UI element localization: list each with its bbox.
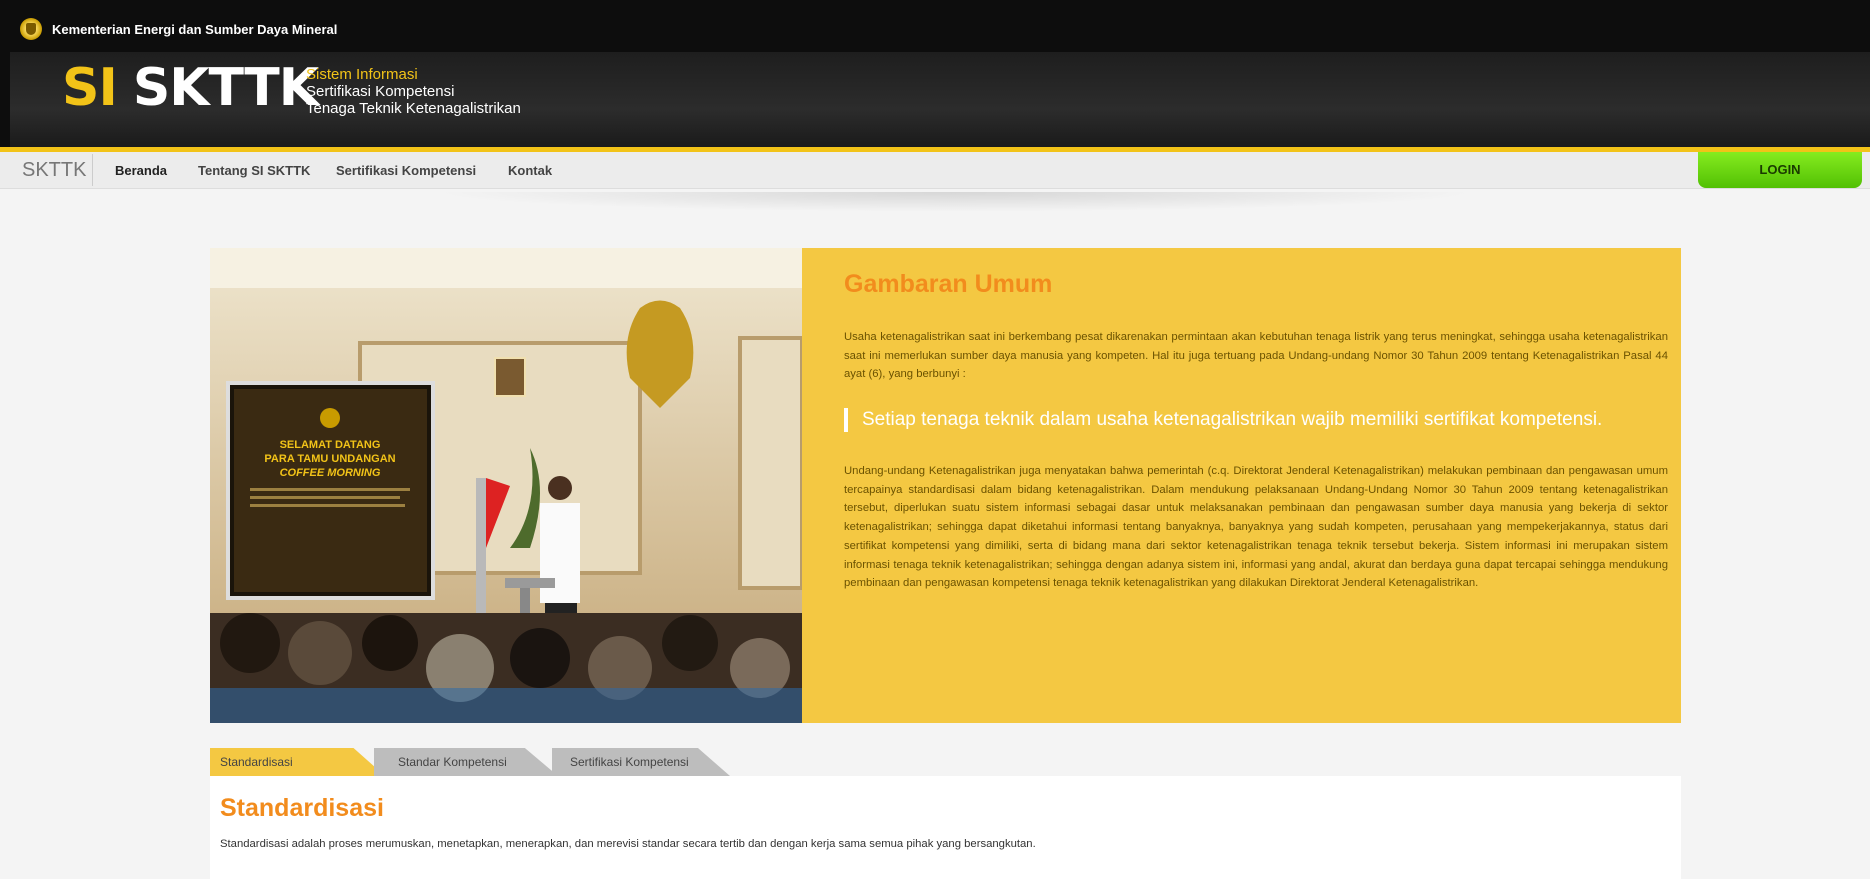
nav-separator [92, 154, 93, 186]
tab-label: Sertifikasi Kompetensi [570, 755, 689, 769]
ministry-emblem-icon [20, 18, 42, 40]
site-logo[interactable]: SI SKTTK [62, 58, 319, 118]
main-nav: SKTTK Beranda Tentang SI SKTTK Sertifika… [0, 152, 1870, 189]
logo-si: SI [62, 58, 118, 118]
hero-photo: SELAMAT DATANG PARA TAMU UNDANGAN COFFEE… [210, 248, 802, 723]
overview-paragraph: Usaha ketenagalistrikan saat ini berkemb… [844, 331, 1668, 381]
logo-skttk: SKTTK [132, 58, 319, 118]
tab-standardisasi[interactable]: Standardisasi [210, 748, 385, 776]
nav-brand[interactable]: SKTTK [22, 159, 86, 182]
slide-subtitle: COFFEE MORNING [280, 467, 381, 479]
nav-item-kontak[interactable]: Kontak [508, 163, 552, 178]
tab-standar-kompetensi[interactable]: Standar Kompetensi [374, 748, 558, 776]
tab-sertifikasi-kompetensi[interactable]: Sertifikasi Kompetensi [552, 748, 730, 776]
tagline-line: Sistem Informasi [306, 66, 418, 83]
slide-subtitle: PARA TAMU UNDANGAN [264, 453, 395, 465]
ministry-bar: Kementerian Energi dan Sumber Daya Miner… [20, 18, 337, 40]
nav-item-sertifikasi[interactable]: Sertifikasi Kompetensi [336, 163, 476, 178]
slide-title: SELAMAT DATANG [280, 439, 381, 451]
tagline-line: Tenaga Teknik Ketenagalistrikan [306, 100, 521, 117]
overview-paragraph: Undang-undang Ketenagalistrikan juga men… [844, 465, 1668, 590]
login-button[interactable]: LOGIN [1698, 152, 1862, 188]
hero-photo-illustration: SELAMAT DATANG PARA TAMU UNDANGAN COFFEE… [210, 248, 802, 723]
ministry-name: Kementerian Energi dan Sumber Daya Miner… [52, 21, 338, 37]
nav-item-tentang[interactable]: Tentang SI SKTTK [198, 163, 310, 178]
site-header: Kementerian Energi dan Sumber Daya Miner… [0, 0, 1870, 152]
tab-label: Standardisasi [220, 755, 293, 769]
site-tagline: Sistem Informasi Sertifikasi Kompetensi … [306, 66, 521, 117]
tab-label: Standar Kompetensi [398, 755, 507, 769]
tagline-line: Sertifikasi Kompetensi [306, 83, 455, 100]
overview-quote: Setiap tenaga teknik dalam usaha ketenag… [844, 408, 1602, 432]
tab-panel: Standardisasi Standardisasi adalah prose… [210, 776, 1681, 879]
overview-title: Gambaran Umum [844, 270, 1053, 298]
nav-shadow [430, 192, 1480, 212]
nav-item-beranda[interactable]: Beranda [115, 163, 167, 178]
panel-title: Standardisasi [220, 794, 384, 822]
panel-text: Standardisasi adalah proses merumuskan, … [220, 838, 1036, 850]
overview-section: Gambaran Umum Usaha ketenagalistrikan sa… [802, 248, 1681, 723]
